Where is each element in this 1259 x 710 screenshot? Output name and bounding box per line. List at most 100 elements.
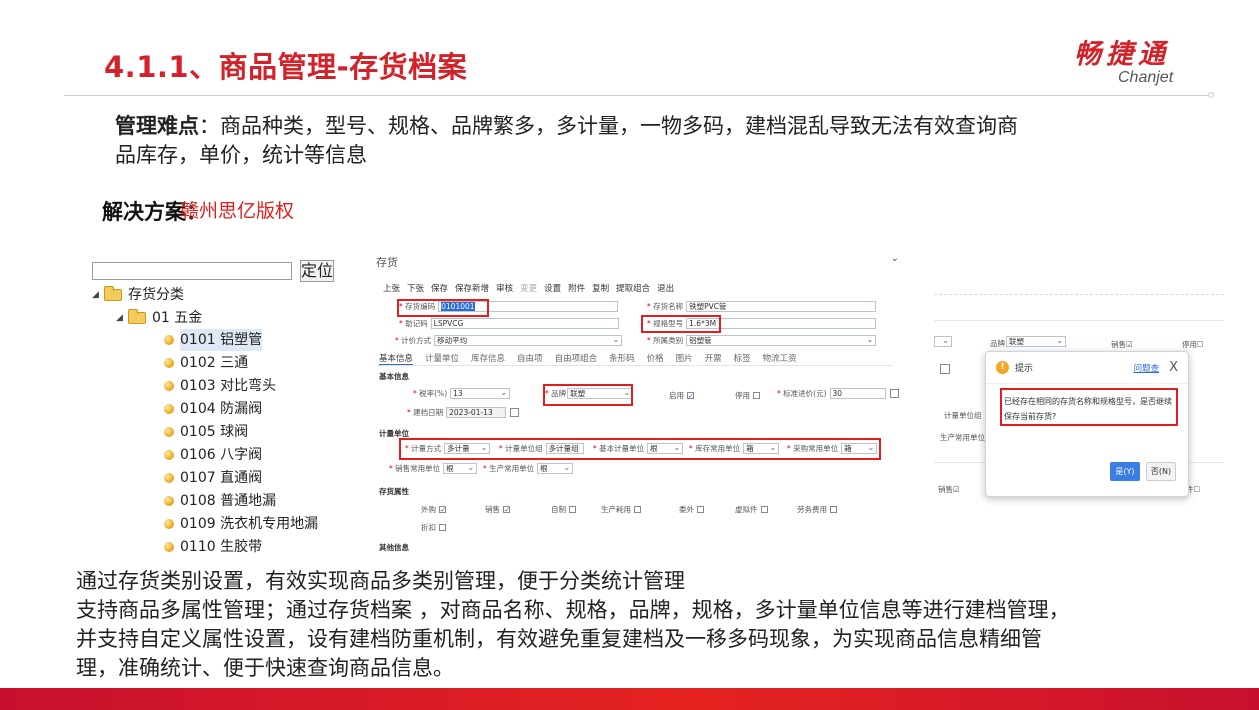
locate-button[interactable]: 定位 [300, 260, 334, 282]
close-icon[interactable]: X [1169, 360, 1178, 375]
panel-brand-select[interactable]: 联塑 [1006, 336, 1066, 347]
toolbar-copy-button[interactable]: 复制 [592, 282, 609, 294]
tree-leaf-item[interactable]: 0106 八字阀 [164, 444, 262, 466]
checkbox-icon[interactable] [634, 506, 641, 513]
prod-unit-field: 生产常用单位 根 [483, 463, 574, 474]
toolbar-save-button[interactable]: 保存 [431, 282, 448, 294]
checkbox-icon[interactable] [753, 392, 760, 399]
panel-sale2-label: 销售☑ [938, 485, 960, 494]
attr-checkbox[interactable]: 折扣 [421, 522, 446, 533]
tree-leaf-item[interactable]: 0110 生胶带 [164, 536, 262, 558]
attr-checkbox[interactable]: 外购 ✓ [421, 504, 446, 515]
calendar-icon[interactable] [510, 408, 520, 417]
unit-group-select[interactable]: 多计量组 [545, 443, 584, 454]
toolbar-exit-button[interactable]: 退出 [657, 282, 674, 294]
tab-images[interactable]: 图片 [676, 352, 693, 366]
confirm-yes-button[interactable]: 是(Y) [1110, 462, 1140, 481]
toolbar-audit-button[interactable]: 审核 [496, 282, 513, 294]
warning-icon: ! [996, 361, 1009, 374]
section-storage: 存货属性 [379, 487, 409, 496]
toolbar-combo-button[interactable]: 提取组合 [616, 282, 650, 294]
leaf-node-icon [164, 473, 174, 483]
checkbox-icon[interactable] [439, 524, 446, 531]
tab-stock-info[interactable]: 库存信息 [471, 352, 505, 366]
prod-unit-select[interactable]: 根 [537, 463, 574, 474]
confirm-no-button[interactable]: 否(N) [1146, 462, 1176, 481]
stock-unit-label: 库存常用单位 [689, 443, 740, 454]
tree-group-node[interactable]: ◢ 01 五金 [116, 307, 202, 329]
purchase-unit-select[interactable]: 箱 [841, 443, 878, 454]
mnemonic-label: 助记码 [399, 318, 428, 329]
tab-labels[interactable]: 标签 [734, 352, 751, 366]
toolbar-change-button[interactable]: 变更 [520, 282, 537, 294]
checkbox-checked-icon[interactable]: ✓ [503, 506, 510, 514]
checkbox-icon[interactable] [830, 506, 837, 513]
tree-search-input[interactable] [92, 262, 292, 280]
toolbar-prev-button[interactable]: 上张 [383, 282, 400, 294]
toolbar-save-new-button[interactable]: 保存新增 [455, 282, 489, 294]
tree-leaf-item[interactable]: 0109 洗衣机专用地漏 [164, 513, 318, 535]
unit-mode-select[interactable]: 多计量 [444, 443, 491, 454]
tree-leaf-item[interactable]: 0104 防漏阀 [164, 398, 262, 420]
collapse-icon[interactable]: ⌄ [891, 253, 899, 264]
checkbox-icon[interactable] [697, 506, 704, 513]
sale-unit-label: 销售常用单位 [389, 463, 440, 474]
checkbox-checked-icon[interactable]: ✓ [439, 506, 446, 514]
sale-unit-select[interactable]: 根 [443, 463, 478, 474]
date-label: 建档日期 [407, 407, 443, 418]
cost-input[interactable]: 30 [829, 388, 886, 399]
name-input[interactable]: 铁塑PVC管 [686, 301, 877, 312]
checkbox-icon[interactable] [760, 506, 768, 513]
leaf-node-icon [164, 335, 174, 345]
toolbar-attachment-button[interactable]: 附件 [568, 282, 585, 294]
tree-leaf-label: 0102 三通 [180, 355, 249, 371]
tab-units[interactable]: 计量单位 [425, 352, 459, 366]
base-unit-select[interactable]: 根 [647, 443, 684, 454]
attr-label: 劳务费用 [797, 505, 827, 514]
header-divider [64, 95, 1211, 96]
dialog-help-link[interactable]: 问题查 [1134, 362, 1160, 374]
attr-checkbox[interactable]: 自制 [551, 504, 576, 515]
tab-free-items[interactable]: 自由项 [517, 352, 543, 366]
tree-leaf-item[interactable]: 0105 球阀 [164, 421, 248, 443]
stock-unit-select[interactable]: 箱 [743, 443, 780, 454]
panel-disable-text: 停用 [1182, 340, 1197, 349]
toolbar-next-button[interactable]: 下张 [407, 282, 424, 294]
checkbox-checked-icon[interactable]: ✓ [687, 392, 694, 400]
valuation-select[interactable]: 移动平均 [434, 335, 623, 346]
enabled-checkbox[interactable]: 启用 ✓ [669, 390, 694, 401]
calendar-icon[interactable] [940, 364, 950, 374]
attr-checkbox[interactable]: 委外 [679, 504, 704, 515]
tab-basic-info[interactable]: 基本信息 [379, 352, 414, 366]
collapse-triangle-icon[interactable]: ◢ [92, 284, 104, 306]
category-select[interactable]: 铝塑管 [686, 335, 877, 346]
attr-checkbox[interactable]: 生产耗用 [601, 504, 641, 515]
panel-select[interactable] [934, 336, 952, 347]
checkbox-icon[interactable] [569, 506, 576, 513]
tax-select[interactable]: 13 [450, 388, 511, 399]
tree-leaf-item[interactable]: 0107 直通阀 [164, 467, 262, 489]
tab-free-combo[interactable]: 自由项组合 [555, 352, 598, 366]
tree-leaf-label: 0103 对比弯头 [180, 378, 277, 394]
mnemonic-input[interactable]: LSPVCG [430, 318, 619, 329]
disabled-checkbox[interactable]: 停用 [735, 390, 760, 401]
tab-logistics[interactable]: 物流工资 [763, 352, 797, 366]
tree-root-node[interactable]: ◢ 存货分类 [92, 284, 184, 306]
tree-leaf-item[interactable]: 0102 三通 [164, 352, 248, 374]
collapse-triangle-icon[interactable]: ◢ [116, 307, 128, 329]
attr-checkbox[interactable]: 虚拟件 [735, 504, 768, 515]
attr-checkbox[interactable]: 劳务费用 [797, 504, 837, 515]
folder-open-icon [128, 309, 146, 324]
attr-checkbox[interactable]: 销售 ✓ [485, 504, 510, 515]
tab-barcode[interactable]: 条形码 [609, 352, 635, 366]
leaf-node-icon [164, 519, 174, 529]
tab-price[interactable]: 价格 [647, 352, 664, 366]
tree-leaf-item[interactable]: 0108 普通地漏 [164, 490, 276, 512]
toolbar-settings-button[interactable]: 设置 [544, 282, 561, 294]
leaf-node-icon [164, 358, 174, 368]
date-input[interactable]: 2023-01-13 [446, 407, 507, 418]
tab-invoice[interactable]: 开票 [705, 352, 722, 366]
tree-leaf-item[interactable]: 0101 铝塑管 [164, 329, 263, 351]
calculator-icon[interactable] [889, 389, 899, 398]
tree-leaf-item[interactable]: 0103 对比弯头 [164, 375, 276, 397]
